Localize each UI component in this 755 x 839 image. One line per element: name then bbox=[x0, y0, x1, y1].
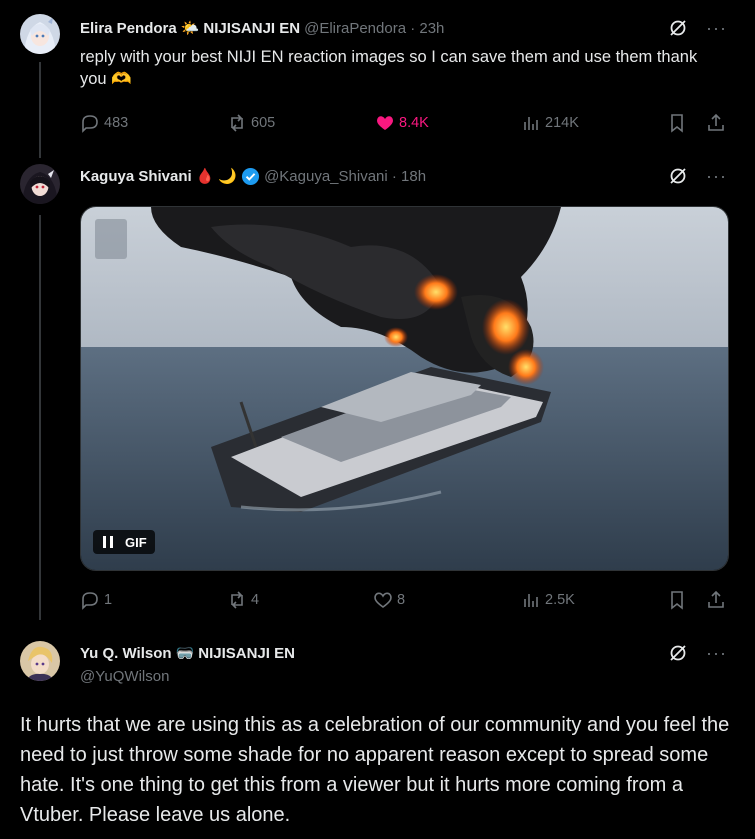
blood-drop-emoji: 🩸 bbox=[195, 168, 215, 185]
verified-icon[interactable] bbox=[241, 167, 260, 186]
author-suffix[interactable]: NIJISANJI EN bbox=[203, 20, 300, 37]
share-icon bbox=[708, 590, 724, 608]
share-icon bbox=[708, 113, 724, 131]
author-handle-time[interactable]: @EliraPendora · 23h bbox=[304, 20, 444, 37]
views-icon bbox=[524, 117, 538, 130]
reply-button[interactable]: 483 bbox=[80, 112, 128, 134]
author-name[interactable]: Elira Pendora bbox=[80, 20, 177, 37]
avatar-kaguya[interactable] bbox=[20, 164, 60, 204]
views-count: 2.5K bbox=[545, 592, 575, 608]
avatar-elira[interactable] bbox=[20, 14, 60, 54]
tweet-header: Yu Q. Wilson 🥽 NIJISANJI EN bbox=[80, 643, 299, 663]
pause-icon[interactable] bbox=[101, 535, 115, 549]
repost-button[interactable]: 4 bbox=[227, 589, 259, 611]
heart-icon bbox=[377, 116, 393, 130]
thread-line-1 bbox=[39, 62, 41, 158]
bookmark-icon bbox=[671, 114, 683, 133]
share-button[interactable] bbox=[706, 112, 730, 134]
like-count: 8 bbox=[397, 592, 406, 608]
tweet-header: Kaguya Shivani 🩸 🌙 @Kaguya_Shivani · 18h bbox=[80, 166, 430, 186]
tweet-actions: 483 605 8.4K 214K bbox=[80, 112, 730, 134]
repost-count: 4 bbox=[251, 592, 260, 608]
reply-icon bbox=[82, 115, 98, 133]
views-icon bbox=[524, 594, 538, 607]
author-name[interactable]: Yu Q. Wilson bbox=[80, 645, 172, 662]
tweet-corner-icons: ··· bbox=[668, 643, 727, 663]
reply-button[interactable]: 1 bbox=[80, 589, 112, 611]
heart-icon bbox=[374, 592, 392, 608]
author-name[interactable]: Kaguya Shivani bbox=[80, 168, 192, 185]
repost-icon bbox=[231, 114, 243, 132]
views-button[interactable]: 214K bbox=[521, 112, 579, 134]
grok-icon[interactable] bbox=[668, 166, 688, 186]
tweet-corner-icons: ··· bbox=[668, 166, 727, 186]
views-count: 214K bbox=[545, 115, 579, 131]
gif-media[interactable]: GIF bbox=[80, 206, 729, 571]
like-button[interactable]: 8 bbox=[373, 589, 405, 611]
tweet-header: Elira Pendora 🌤️ NIJISANJI EN @EliraPend… bbox=[80, 18, 448, 38]
share-button[interactable] bbox=[706, 589, 730, 611]
grok-icon[interactable] bbox=[668, 18, 688, 38]
sun-emoji: 🌤️ bbox=[180, 20, 200, 37]
repost-icon bbox=[231, 591, 243, 609]
like-count: 8.4K bbox=[399, 115, 429, 131]
like-button[interactable]: 8.4K bbox=[375, 112, 429, 134]
author-suffix[interactable]: NIJISANJI EN bbox=[198, 645, 295, 662]
thread-line-2 bbox=[39, 215, 41, 620]
burning-ship-image bbox=[81, 207, 728, 570]
tweet-actions: 1 4 8 2.5K bbox=[80, 589, 730, 611]
gif-badge: GIF bbox=[125, 534, 147, 550]
author-handle-time[interactable]: @Kaguya_Shivani · 18h bbox=[264, 168, 426, 185]
goggles-emoji: 🥽 bbox=[175, 645, 195, 662]
gif-controls: GIF bbox=[93, 530, 155, 554]
more-icon[interactable]: ··· bbox=[706, 167, 727, 185]
grok-icon[interactable] bbox=[668, 643, 688, 663]
repost-count: 605 bbox=[251, 115, 276, 131]
more-icon[interactable]: ··· bbox=[706, 19, 727, 37]
bookmark-icon bbox=[671, 591, 683, 610]
reply-count: 1 bbox=[104, 592, 113, 608]
tweet-corner-icons: ··· bbox=[668, 18, 727, 38]
bookmark-button[interactable] bbox=[667, 112, 691, 134]
more-icon[interactable]: ··· bbox=[706, 644, 727, 662]
bookmark-button[interactable] bbox=[667, 589, 691, 611]
moon-emoji: 🌙 bbox=[218, 168, 238, 185]
author-handle[interactable]: @YuQWilson bbox=[80, 668, 169, 685]
views-button[interactable]: 2.5K bbox=[521, 589, 575, 611]
reply-icon bbox=[82, 592, 98, 610]
tweet-text: It hurts that we are using this as a cel… bbox=[20, 714, 730, 826]
repost-button[interactable]: 605 bbox=[227, 112, 275, 134]
avatar-yu[interactable] bbox=[20, 641, 60, 681]
tweet-text: reply with your best NIJI EN reaction im… bbox=[80, 48, 698, 88]
reply-count: 483 bbox=[104, 115, 129, 131]
